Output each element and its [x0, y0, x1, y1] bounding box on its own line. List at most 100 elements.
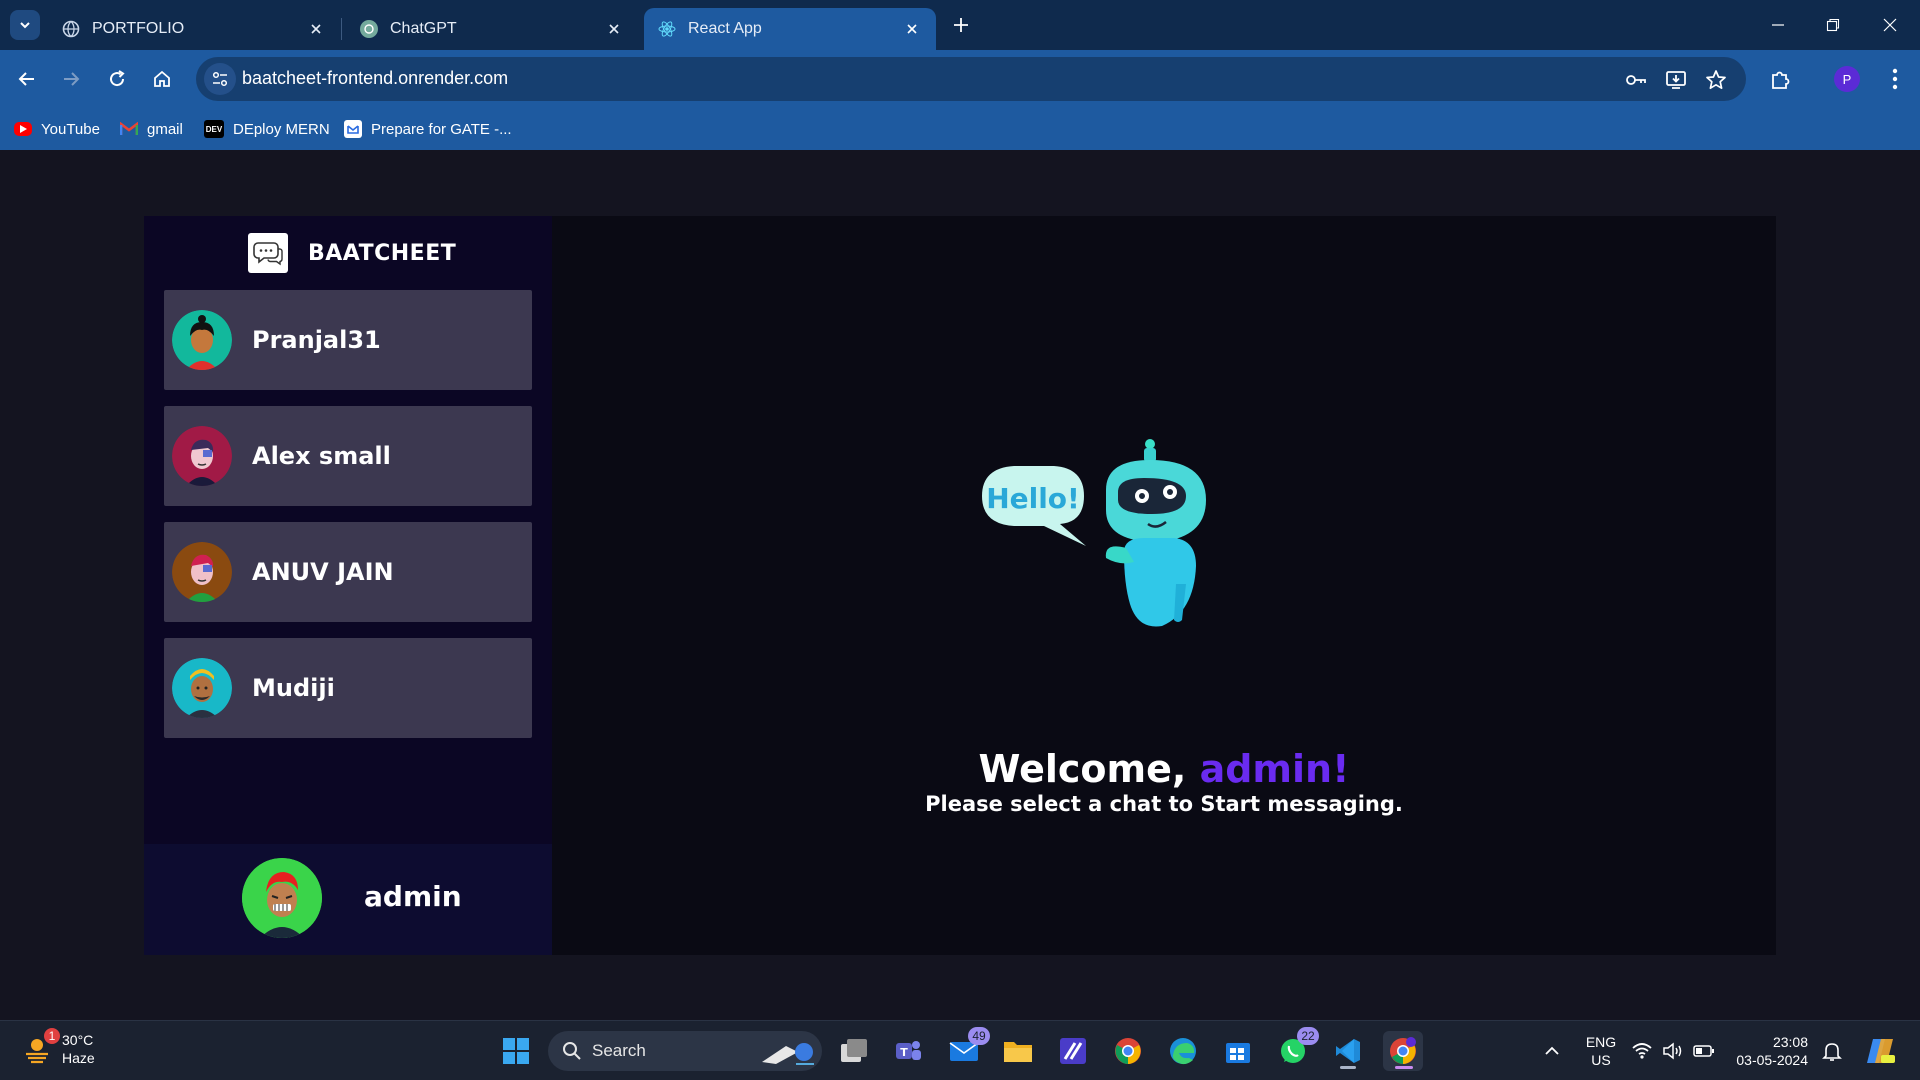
back-button[interactable]: [12, 64, 42, 94]
tab-portfolio[interactable]: PORTFOLIO: [48, 8, 340, 50]
battery-status[interactable]: [1690, 1031, 1718, 1071]
store-icon: [1226, 1043, 1250, 1063]
tab-title: React App: [688, 20, 762, 37]
bookmark-star-icon[interactable]: [1704, 68, 1728, 92]
copilot-button[interactable]: [1860, 1031, 1900, 1071]
reload-button[interactable]: [102, 64, 132, 94]
notifications-button[interactable]: [1816, 1031, 1848, 1071]
close-tab-icon[interactable]: [306, 19, 326, 39]
chrome-icon: [1390, 1037, 1416, 1064]
show-hidden-icons-button[interactable]: [1532, 1031, 1572, 1071]
start-button[interactable]: [496, 1031, 536, 1071]
robot-hello-illustration: Hello!: [974, 434, 1234, 648]
whatsapp-badge: 22: [1297, 1027, 1319, 1045]
search-icon: [563, 1042, 581, 1060]
edge-icon: [1170, 1038, 1196, 1065]
minimize-button[interactable]: [1760, 10, 1796, 40]
tab-divider: [341, 18, 342, 40]
avatar: [172, 542, 232, 602]
home-button[interactable]: [147, 64, 177, 94]
tab-title: ChatGPT: [390, 20, 457, 37]
tune-icon: [212, 71, 228, 87]
bookmark-label: gmail: [147, 120, 183, 138]
chat-item-anuv-jain[interactable]: ANUV JAIN: [164, 522, 532, 622]
site-info-button[interactable]: [204, 63, 236, 95]
welcome-username: admin!: [1199, 747, 1350, 791]
profile-avatar[interactable]: P: [1834, 66, 1860, 92]
bookmark-deploy-mern[interactable]: DEV DEploy MERN: [204, 117, 330, 141]
plus-icon: [954, 18, 968, 32]
chat-item-pranjal31[interactable]: Pranjal31: [164, 290, 532, 390]
forward-button[interactable]: [56, 64, 86, 94]
chat-app: BAATCHEET Pranjal31 Alex small ANUV JAIN: [144, 216, 1776, 955]
copilot-icon: [1867, 1039, 1895, 1063]
address-bar[interactable]: baatcheet-frontend.onrender.com: [196, 57, 1746, 101]
chat-main-area: Hello! Welcome, admin! Please select a c…: [552, 216, 1776, 955]
weather-haze-icon: 1: [22, 1028, 60, 1064]
clock[interactable]: 23:08 03-05-2024: [1728, 1033, 1808, 1069]
wifi-status[interactable]: [1628, 1031, 1656, 1071]
tab-search-button[interactable]: [10, 10, 40, 40]
vscode-app[interactable]: [1328, 1031, 1368, 1071]
bookmark-label: DEploy MERN: [233, 120, 330, 138]
chat-item-mudiji[interactable]: Mudiji: [164, 638, 532, 738]
edge-app[interactable]: [1163, 1031, 1203, 1071]
globe-icon: [62, 20, 80, 38]
chevron-up-icon: [1545, 1046, 1559, 1055]
bookmark-gmail[interactable]: gmail: [120, 117, 183, 141]
hello-text: Hello!: [986, 482, 1080, 515]
arrow-left-icon: [18, 72, 34, 86]
react-icon: [658, 20, 676, 38]
close-tab-icon[interactable]: [902, 19, 922, 39]
search-highlight-icon: [762, 1043, 814, 1065]
file-explorer-app[interactable]: [998, 1031, 1038, 1071]
close-tab-icon[interactable]: [604, 19, 624, 39]
running-indicator: [1340, 1066, 1356, 1069]
weather-widget[interactable]: 1 30°C Haze: [22, 1028, 95, 1067]
teams-icon: T: [896, 1041, 921, 1060]
language-indicator[interactable]: ENG US: [1580, 1033, 1622, 1069]
bookmark-label: YouTube: [41, 120, 100, 138]
battery-icon: [1693, 1045, 1714, 1057]
vscode-icon: [1336, 1039, 1360, 1063]
windows-taskbar: 1 30°C Haze Search T 49 22 ENG US 23:08 …: [0, 1020, 1920, 1080]
weather-condition: Haze: [62, 1050, 95, 1066]
chrome-app[interactable]: [1108, 1031, 1148, 1071]
password-key-icon[interactable]: [1624, 68, 1648, 92]
bookmark-youtube[interactable]: YouTube: [14, 117, 100, 141]
user-avatar[interactable]: [242, 858, 322, 938]
install-app-icon[interactable]: [1664, 68, 1688, 92]
tab-chatgpt[interactable]: ChatGPT: [346, 8, 638, 50]
task-view-button[interactable]: [834, 1031, 874, 1071]
minimize-icon: [1772, 24, 1784, 26]
mail-app[interactable]: 49: [944, 1027, 990, 1071]
restore-button[interactable]: [1815, 10, 1851, 40]
browser-toolbar: baatcheet-frontend.onrender.com P: [0, 50, 1920, 108]
chrome-icon: [1115, 1038, 1141, 1064]
teams-app[interactable]: T: [888, 1031, 928, 1071]
powerapps-app[interactable]: [1053, 1031, 1093, 1071]
whatsapp-app[interactable]: 22: [1273, 1027, 1319, 1071]
tab-react-app[interactable]: React App: [644, 8, 936, 50]
browser-menu-button[interactable]: [1880, 64, 1910, 94]
bookmark-label: Prepare for GATE -...: [371, 120, 512, 138]
chat-item-alex-small[interactable]: Alex small: [164, 406, 532, 506]
new-tab-button[interactable]: [948, 12, 974, 38]
current-user-panel: admin: [144, 844, 552, 955]
close-window-button[interactable]: [1872, 10, 1908, 40]
welcome-subtitle: Please select a chat to Start messaging.: [925, 792, 1403, 816]
chrome-profile-app[interactable]: [1383, 1031, 1423, 1071]
taskbar-search[interactable]: Search: [548, 1031, 822, 1071]
current-username: admin: [364, 880, 462, 913]
close-icon: [1883, 18, 1897, 32]
chat-name: Mudiji: [252, 674, 335, 702]
chatgpt-icon: [360, 20, 378, 38]
volume-status[interactable]: [1659, 1031, 1687, 1071]
chat-sidebar: BAATCHEET Pranjal31 Alex small ANUV JAIN: [144, 216, 552, 955]
page-viewport: BAATCHEET Pranjal31 Alex small ANUV JAIN: [0, 150, 1920, 1020]
store-app[interactable]: [1218, 1031, 1258, 1071]
weather-alert-badge: 1: [44, 1028, 60, 1044]
bookmark-gate[interactable]: Prepare for GATE -...: [344, 117, 512, 141]
extensions-button[interactable]: [1766, 64, 1796, 94]
avatar: [172, 426, 232, 486]
